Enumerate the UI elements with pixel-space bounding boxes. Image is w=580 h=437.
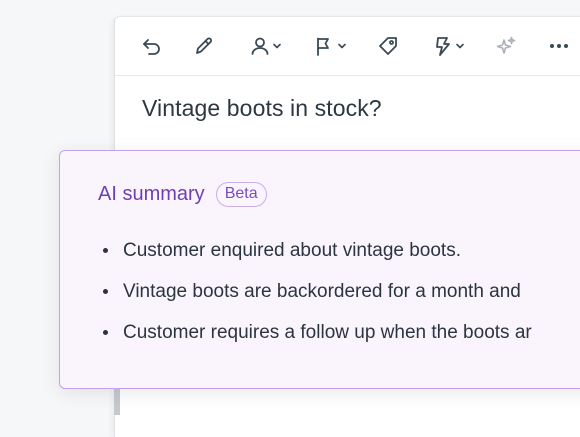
ai-summary-title: AI summary bbox=[98, 183, 205, 205]
tag-icon bbox=[379, 37, 397, 55]
summary-bullet: Customer enquired about vintage boots. bbox=[100, 237, 532, 278]
ticket-subject: Vintage boots in stock? bbox=[142, 95, 382, 121]
ai-summary-card: AI summary Beta Customer enquired about … bbox=[59, 150, 580, 389]
tag-button[interactable] bbox=[377, 34, 399, 58]
pencil-icon bbox=[196, 37, 212, 54]
chevron-down-icon bbox=[273, 43, 281, 49]
chevron-down-icon bbox=[338, 43, 346, 49]
more-icon bbox=[550, 44, 568, 48]
more-button[interactable] bbox=[548, 34, 570, 58]
bullet-dot bbox=[103, 330, 108, 335]
summary-bullet-list: Customer enquired about vintage boots. V… bbox=[100, 237, 532, 360]
summary-bullet-text: Vintage boots are backordered for a mont… bbox=[123, 281, 521, 302]
panel-edge-bar bbox=[114, 387, 120, 415]
flag-icon bbox=[317, 37, 329, 56]
lightning-icon bbox=[436, 37, 450, 56]
undo-button[interactable] bbox=[141, 34, 163, 58]
priority-dropdown[interactable] bbox=[314, 34, 347, 58]
edit-button[interactable] bbox=[193, 34, 215, 58]
ai-summary-header: AI summary Beta bbox=[98, 182, 267, 207]
sparkle-icon bbox=[496, 36, 516, 54]
ai-assist-button[interactable] bbox=[495, 34, 517, 58]
summary-bullet: Vintage boots are backordered for a mont… bbox=[100, 278, 532, 319]
beta-badge: Beta bbox=[215, 182, 267, 207]
summary-bullet-text: Customer requires a follow up when the b… bbox=[123, 322, 532, 343]
macros-dropdown[interactable] bbox=[432, 34, 465, 58]
ticket-toolbar bbox=[115, 17, 580, 76]
summary-bullet: Customer requires a follow up when the b… bbox=[100, 319, 532, 360]
summary-bullet-text: Customer enquired about vintage boots. bbox=[123, 240, 461, 261]
assignee-dropdown[interactable] bbox=[249, 34, 282, 58]
user-icon bbox=[251, 37, 269, 55]
chevron-down-icon bbox=[456, 43, 464, 49]
bullet-dot bbox=[103, 289, 108, 294]
undo-icon bbox=[143, 39, 160, 55]
bullet-dot bbox=[103, 248, 108, 253]
